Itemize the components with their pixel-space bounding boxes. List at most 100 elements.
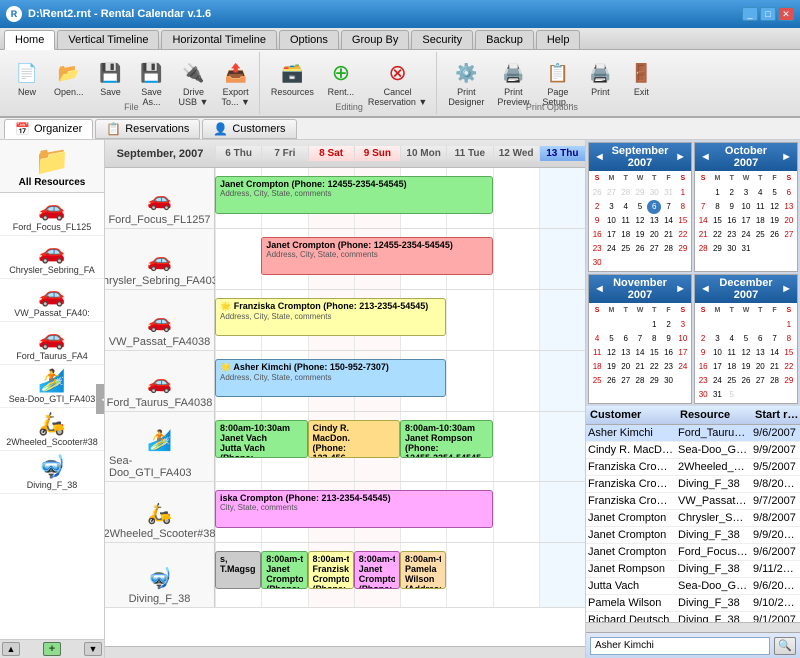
- sep-6[interactable]: 6: [647, 200, 661, 214]
- nov-16[interactable]: 16: [661, 346, 675, 360]
- sep-26[interactable]: 26: [633, 242, 647, 256]
- diving-res-3[interactable]: 8:00am-tJanetCrompto(Phone:: [354, 551, 400, 589]
- sep-18[interactable]: 18: [619, 228, 633, 242]
- oct-1[interactable]: 1: [710, 186, 724, 200]
- dec-21[interactable]: 21: [767, 360, 781, 374]
- oct-27[interactable]: 27: [782, 228, 796, 242]
- oct-12[interactable]: 12: [767, 200, 781, 214]
- oct-23[interactable]: 23: [725, 228, 739, 242]
- sep-4[interactable]: 4: [619, 200, 633, 214]
- menu-tab-security[interactable]: Security: [411, 30, 473, 49]
- sep-prev-fr[interactable]: 31: [661, 186, 675, 200]
- sep-30[interactable]: 30: [590, 256, 604, 270]
- cell-ch-1[interactable]: [215, 229, 261, 289]
- oct-29[interactable]: 29: [710, 242, 724, 256]
- dec-29[interactable]: 29: [782, 374, 796, 388]
- sep-10[interactable]: 10: [604, 214, 618, 228]
- sea-doo-res-3[interactable]: 8:00am-10:30amJanet Rompson(Phone:12455-…: [400, 420, 493, 458]
- oct-11[interactable]: 11: [753, 200, 767, 214]
- horizontal-scrollbar[interactable]: [105, 646, 585, 658]
- sep-2[interactable]: 2: [590, 200, 604, 214]
- menu-tab-vertical[interactable]: Vertical Timeline: [57, 30, 159, 49]
- panel-collapse-arrow[interactable]: ◄: [96, 384, 105, 414]
- res-list-row-2[interactable]: Franziska Crompton 2Wheeled_Scooter 9/5/…: [586, 459, 800, 476]
- oct-10[interactable]: 10: [739, 200, 753, 214]
- nov-9[interactable]: 9: [661, 332, 675, 346]
- res-list-row-4[interactable]: Franziska Crompton VW_Passat_FA403 9/7/2…: [586, 493, 800, 510]
- cell-ff-8[interactable]: [539, 168, 585, 228]
- sep-28[interactable]: 28: [661, 242, 675, 256]
- oct-26[interactable]: 26: [767, 228, 781, 242]
- dec-11[interactable]: 11: [725, 346, 739, 360]
- cell-ft-8[interactable]: [539, 351, 585, 411]
- dec-12[interactable]: 12: [739, 346, 753, 360]
- tab-organizer[interactable]: 📅 Organizer: [4, 119, 93, 139]
- sep-15[interactable]: 15: [676, 214, 690, 228]
- new-button[interactable]: 📄 New: [8, 56, 46, 101]
- sep-9[interactable]: 9: [590, 214, 604, 228]
- oct-28[interactable]: 28: [696, 242, 710, 256]
- oct-17[interactable]: 17: [739, 214, 753, 228]
- nov-21[interactable]: 21: [633, 360, 647, 374]
- sea-doo-res-2[interactable]: Cindy R.MacDon.(Phone:123-456: [308, 420, 401, 458]
- nov-12[interactable]: 12: [604, 346, 618, 360]
- dec-prev-nav[interactable]: ◄: [697, 283, 714, 295]
- res-list-row-6[interactable]: Janet Crompton Diving_F_38 9/9/2007 8:00: [586, 527, 800, 544]
- menu-tab-horizontal[interactable]: Horizontal Timeline: [161, 30, 277, 49]
- diving-res-2[interactable]: 8:00am-tFranziskCrompto(Phone:: [308, 551, 354, 589]
- cell-vw-7[interactable]: [493, 290, 539, 350]
- oct-7[interactable]: 7: [696, 200, 710, 214]
- sep-19[interactable]: 19: [633, 228, 647, 242]
- dec-26[interactable]: 26: [739, 374, 753, 388]
- res-list-row-5[interactable]: Janet Crompton Chrysler_Sebring_ 9/8/200…: [586, 510, 800, 527]
- nov-24[interactable]: 24: [676, 360, 690, 374]
- cell-vw-8[interactable]: [539, 290, 585, 350]
- sep-prev-th[interactable]: 30: [647, 186, 661, 200]
- dec-9[interactable]: 9: [696, 346, 710, 360]
- cell-sd-7[interactable]: [493, 412, 539, 481]
- nov-2[interactable]: 2: [661, 318, 675, 332]
- oct-next-nav[interactable]: ►: [778, 151, 795, 163]
- oct-9[interactable]: 9: [725, 200, 739, 214]
- oct-18[interactable]: 18: [753, 214, 767, 228]
- sep-prev-we[interactable]: 29: [633, 186, 647, 200]
- dec-24[interactable]: 24: [710, 374, 724, 388]
- oct-20[interactable]: 20: [782, 214, 796, 228]
- nov-15[interactable]: 15: [647, 346, 661, 360]
- nov-13[interactable]: 13: [619, 346, 633, 360]
- resource-add-button[interactable]: +: [43, 642, 61, 656]
- cell-sd-8[interactable]: [539, 412, 585, 481]
- menu-tab-help[interactable]: Help: [536, 30, 581, 49]
- res-list-row-7[interactable]: Janet Crompton Ford_Focus_FL1257 9/6/200…: [586, 544, 800, 561]
- dec-3[interactable]: 3: [710, 332, 724, 346]
- close-button[interactable]: ✕: [778, 7, 794, 21]
- nov-27[interactable]: 27: [619, 374, 633, 388]
- sep-prev-nav[interactable]: ◄: [591, 151, 608, 163]
- cell-dv-6[interactable]: [446, 543, 492, 607]
- nov-18[interactable]: 18: [590, 360, 604, 374]
- oct-3[interactable]: 3: [739, 186, 753, 200]
- nov-3[interactable]: 3: [676, 318, 690, 332]
- rent-button[interactable]: ⊕ Rent...: [322, 56, 360, 101]
- diving-res-0[interactable]: s,T.Magsg: [215, 551, 261, 589]
- cell-ff-7[interactable]: [493, 168, 539, 228]
- res-list-hscroll[interactable]: [586, 622, 800, 632]
- oct-31[interactable]: 31: [739, 242, 753, 256]
- sep-1[interactable]: 1: [676, 186, 690, 200]
- oct-8[interactable]: 8: [710, 200, 724, 214]
- oct-4[interactable]: 4: [753, 186, 767, 200]
- dec-22[interactable]: 22: [782, 360, 796, 374]
- sep-25[interactable]: 25: [619, 242, 633, 256]
- res-list-row-10[interactable]: Pamela Wilson Diving_F_38 9/10/2007 8:0: [586, 595, 800, 612]
- oct-24[interactable]: 24: [739, 228, 753, 242]
- oct-6[interactable]: 6: [782, 186, 796, 200]
- sep-8[interactable]: 8: [676, 200, 690, 214]
- resource-item-ford-taurus[interactable]: 🚗 Ford_Taurus_FA4: [0, 322, 104, 365]
- res-list-row-3[interactable]: Franziska Crompton Diving_F_38 9/8/2007 …: [586, 476, 800, 493]
- oct-2[interactable]: 2: [725, 186, 739, 200]
- resources-button[interactable]: 🗃️ Resources: [266, 56, 319, 101]
- oct-15[interactable]: 15: [710, 214, 724, 228]
- resource-item-sea-doo[interactable]: 🏄 Sea-Doo_GTI_FA403: [0, 365, 104, 408]
- minimize-button[interactable]: _: [742, 7, 758, 21]
- dec-17[interactable]: 17: [710, 360, 724, 374]
